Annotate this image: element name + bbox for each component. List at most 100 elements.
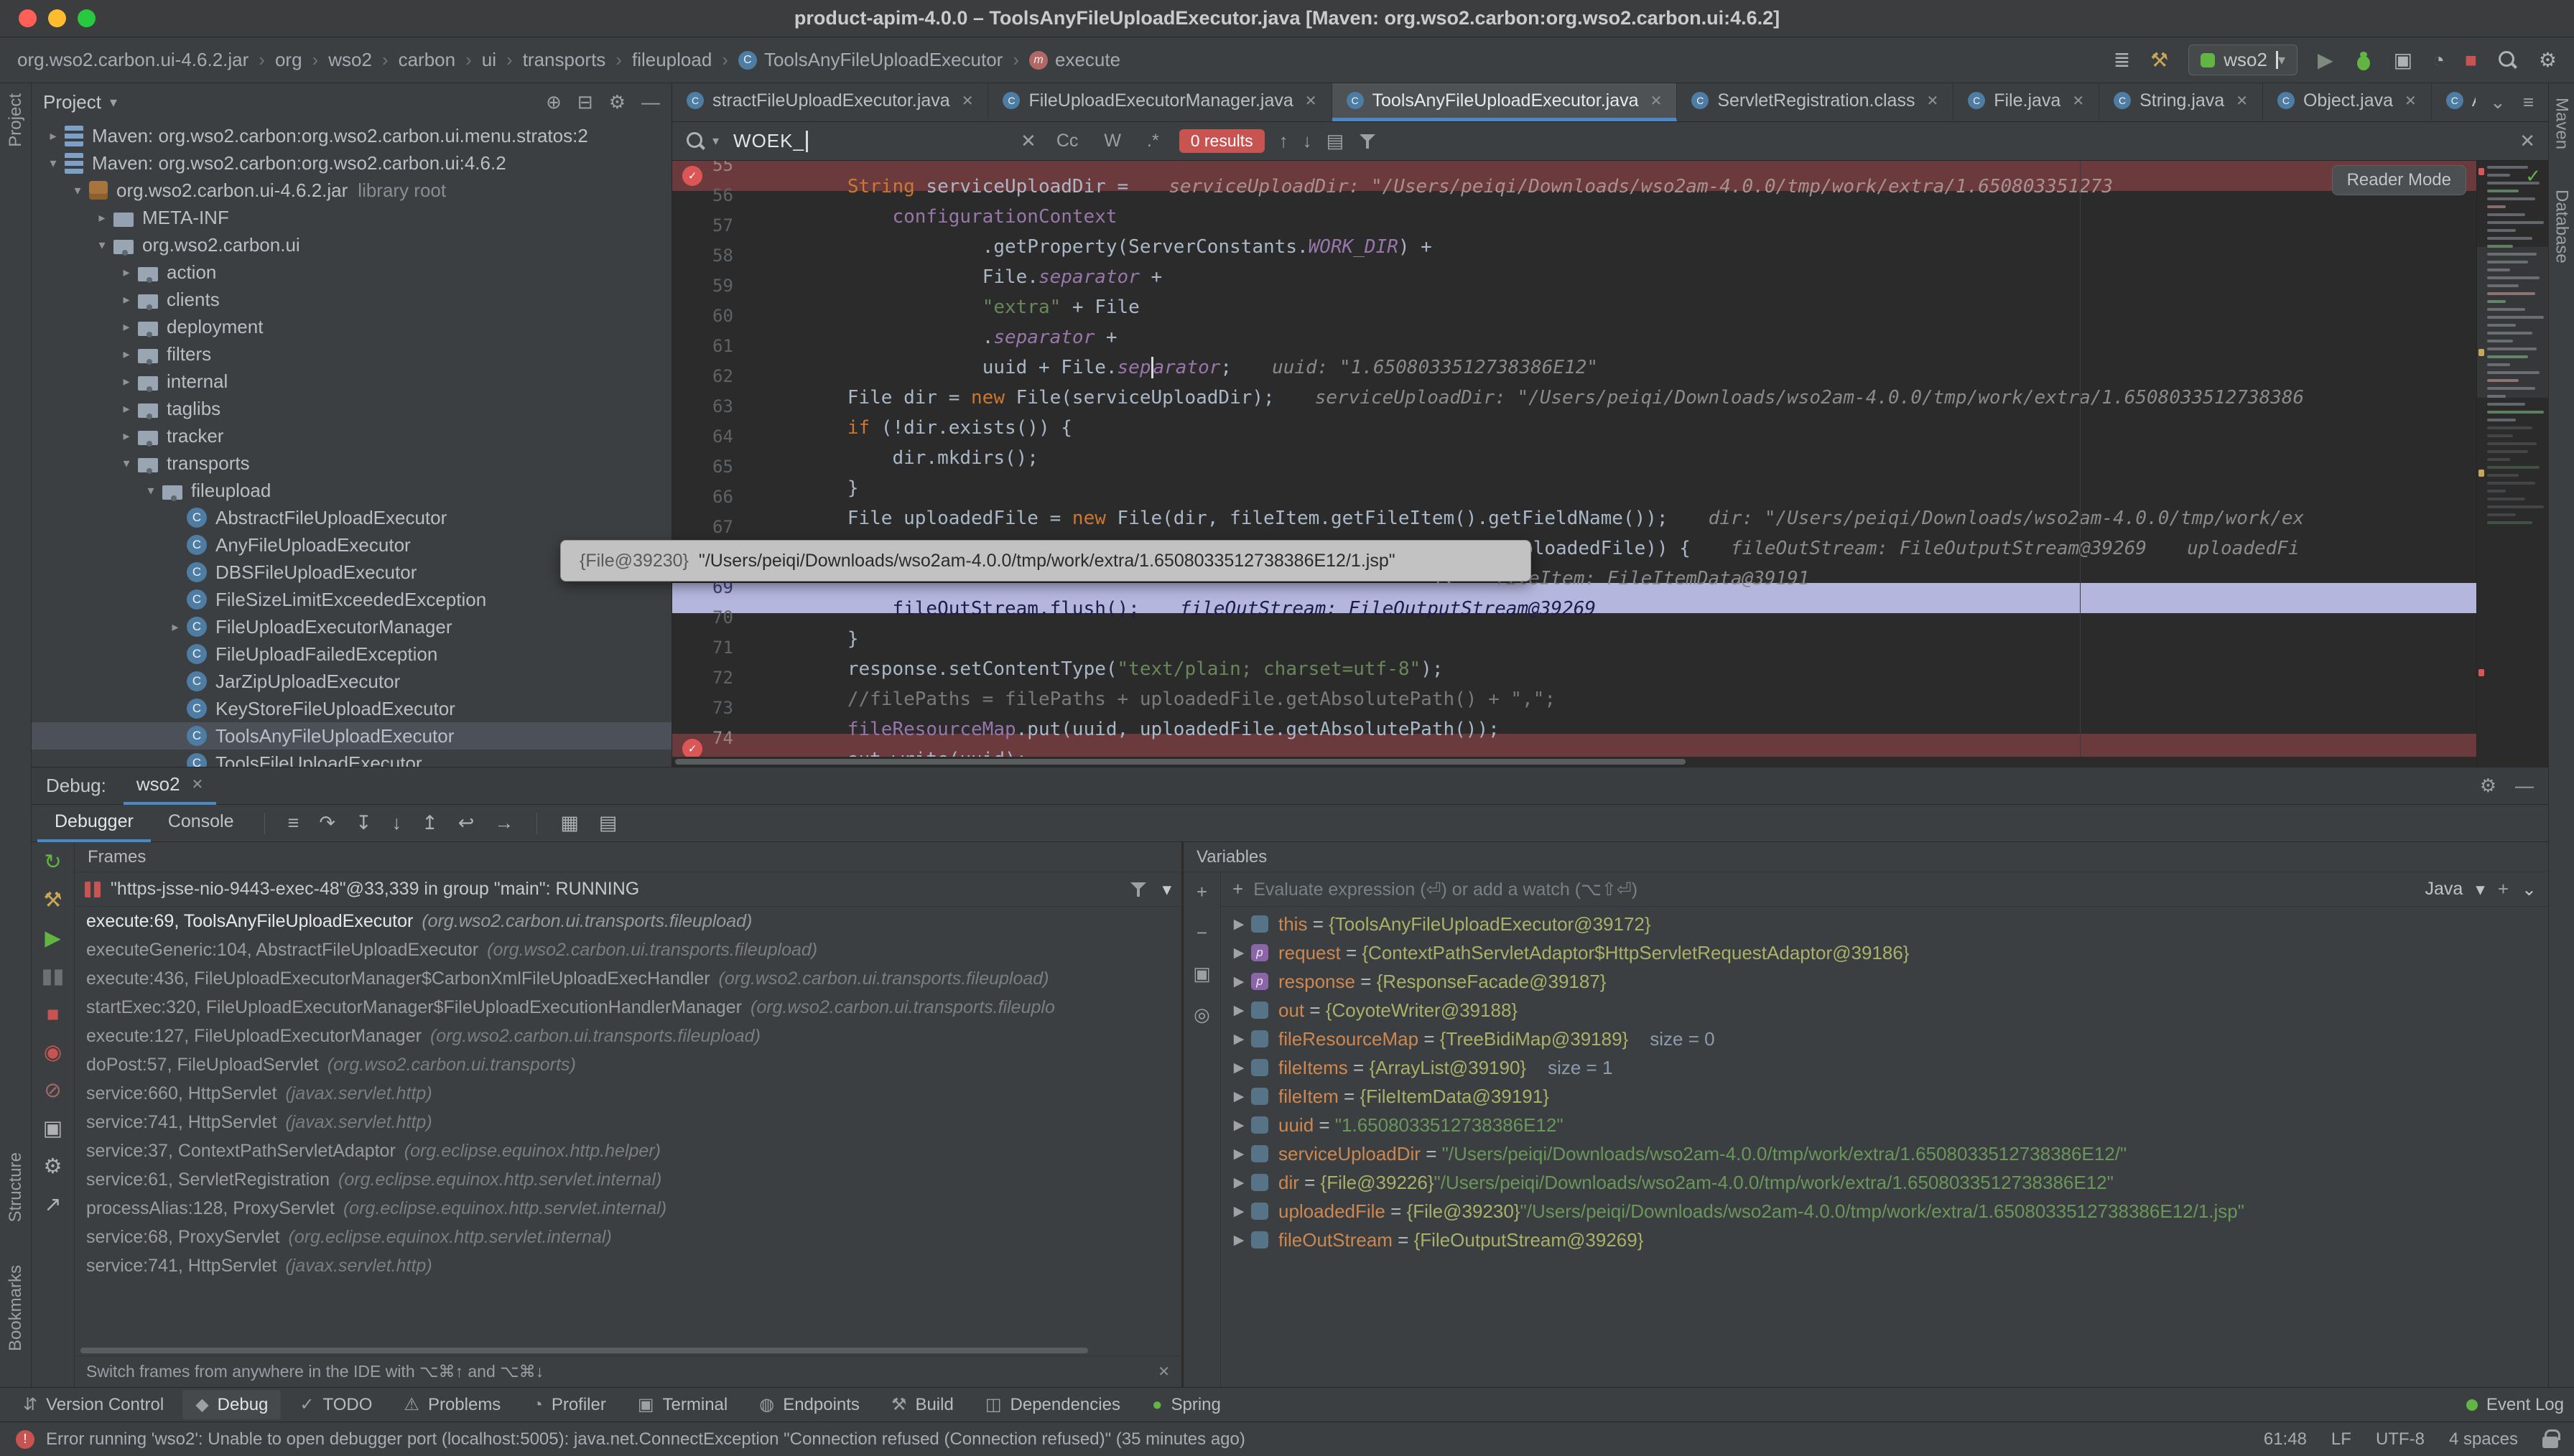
- chevron-right-icon[interactable]: ▶: [1227, 945, 1251, 961]
- show-execution-point-icon[interactable]: ≡: [288, 812, 299, 834]
- editor-menu-icon[interactable]: ≡: [2523, 91, 2534, 113]
- tree-row[interactable]: ▾fileupload: [32, 477, 672, 504]
- locate-file-icon[interactable]: ⊕: [546, 91, 562, 113]
- match-case-toggle[interactable]: Cc: [1051, 129, 1084, 153]
- chevron-down-icon[interactable]: ⌄: [2490, 91, 2506, 113]
- close-icon[interactable]: ✕: [1926, 92, 1938, 110]
- chevron-right-icon[interactable]: ▶: [1227, 974, 1251, 990]
- toolwindow-tab-database[interactable]: Database: [2552, 190, 2572, 263]
- stack-frame[interactable]: service:61, ServletRegistration(org.ecli…: [75, 1165, 1181, 1194]
- next-occurrence-icon[interactable]: ↓: [1303, 130, 1312, 152]
- search-icon[interactable]: [685, 131, 707, 152]
- variable-row[interactable]: ▶uuid = "1.6508033512738386E12": [1221, 1111, 2548, 1139]
- chevron-down-icon[interactable]: ▾: [42, 156, 65, 171]
- tab-console[interactable]: Console: [151, 805, 251, 842]
- chevron-right-icon[interactable]: ▸: [164, 620, 187, 635]
- hide-panel-icon[interactable]: ―: [2515, 775, 2534, 797]
- chevron-down-icon[interactable]: ▾: [110, 93, 117, 111]
- code-line[interactable]: 64 dir.mkdirs();: [672, 432, 2476, 462]
- search-history-icon[interactable]: ▾: [712, 134, 719, 149]
- breadcrumb-item[interactable]: transports: [523, 49, 606, 71]
- tree-row[interactable]: ▸META-INF: [32, 204, 672, 231]
- toolwindow-button-endpoints[interactable]: ◍Endpoints: [746, 1390, 873, 1419]
- run-configuration-select[interactable]: wso2 ▾: [2188, 45, 2297, 75]
- force-step-into-icon[interactable]: ↓: [392, 812, 402, 834]
- find-in-selection-icon[interactable]: ▤: [1327, 130, 1344, 152]
- event-log-button[interactable]: Event Log: [2486, 1395, 2564, 1415]
- chevron-down-icon[interactable]: ▾: [139, 483, 162, 498]
- variable-row[interactable]: ▶dir = {File@39226} "/Users/peiqi/Downlo…: [1221, 1168, 2548, 1197]
- tree-row[interactable]: CToolsAnyFileUploadExecutor: [32, 722, 672, 750]
- editor-tab[interactable]: CServletRegistration.class✕: [1677, 83, 1953, 121]
- tree-row[interactable]: CToolsFileUploadExecutor: [32, 750, 672, 767]
- code-line[interactable]: 69 fileOutStream.flush();fileOutStream: …: [672, 583, 2476, 613]
- chevron-right-icon[interactable]: ▶: [1227, 916, 1251, 933]
- code-editor[interactable]: ✓55 String serviceUploadDir =serviceUplo…: [672, 161, 2476, 767]
- tree-row[interactable]: ▸action: [32, 258, 672, 286]
- layout-settings-icon[interactable]: ▤: [599, 812, 618, 834]
- toolwindow-tab-bookmarks[interactable]: Bookmarks: [6, 1265, 26, 1351]
- add-watch-icon[interactable]: +: [2498, 878, 2509, 900]
- stack-frame[interactable]: service:37, ContextPathServletAdaptor(or…: [75, 1137, 1181, 1165]
- tree-row[interactable]: ▸filters: [32, 340, 672, 368]
- line-ending[interactable]: LF: [2331, 1429, 2351, 1450]
- stack-frame[interactable]: service:741, HttpServlet(javax.servlet.h…: [75, 1251, 1181, 1280]
- close-icon[interactable]: ✕: [2405, 92, 2417, 110]
- readonly-lock-icon[interactable]: [2542, 1437, 2558, 1448]
- caret-position[interactable]: 61:48: [2264, 1429, 2307, 1450]
- variable-row[interactable]: ▶out = {CoyoteWriter@39188}: [1221, 996, 2548, 1025]
- coverage-button[interactable]: ▣: [2394, 50, 2412, 70]
- breadcrumb-item[interactable]: wso2: [328, 49, 372, 71]
- settings-gear-icon[interactable]: ⚙: [609, 91, 626, 113]
- toolwindow-button-problems[interactable]: ⚠Problems: [391, 1390, 514, 1419]
- stop-icon[interactable]: ■: [47, 1004, 60, 1025]
- stack-frame[interactable]: service:68, ProxyServlet(org.eclipse.equ…: [75, 1223, 1181, 1251]
- stack-frame[interactable]: execute:69, ToolsAnyFileUploadExecutor(o…: [75, 907, 1181, 935]
- remove-watch-icon[interactable]: −: [1197, 922, 1207, 944]
- variable-row[interactable]: ▶presponse = {ResponseFacade@39187}: [1221, 967, 2548, 996]
- chevron-right-icon[interactable]: ▸: [115, 401, 138, 416]
- show-watches-icon[interactable]: ◎: [1194, 1004, 1210, 1026]
- close-icon[interactable]: ✕: [2072, 92, 2084, 110]
- hide-panel-icon[interactable]: ―: [641, 91, 660, 113]
- close-icon[interactable]: ✕: [192, 775, 204, 793]
- indent-setting[interactable]: 4 spaces: [2449, 1429, 2518, 1450]
- variable-row[interactable]: ▶prequest = {ContextPathServletAdaptor$H…: [1221, 938, 2548, 967]
- editor-tab[interactable]: CString.java✕: [2099, 83, 2263, 121]
- previous-occurrence-icon[interactable]: ↑: [1279, 130, 1288, 152]
- reader-mode-button[interactable]: Reader Mode: [2332, 165, 2466, 195]
- breadcrumb-item[interactable]: fileupload: [632, 49, 712, 71]
- toolwindow-tab-maven[interactable]: Maven: [2552, 98, 2572, 149]
- breadcrumb-item[interactable]: carbon: [399, 49, 456, 71]
- chevron-right-icon[interactable]: ▶: [1227, 1002, 1251, 1019]
- chevron-right-icon[interactable]: ▸: [115, 265, 138, 280]
- chevron-right-icon[interactable]: ▶: [1227, 1060, 1251, 1076]
- tree-row[interactable]: ▸Maven: org.wso2.carbon:org.wso2.carbon.…: [32, 122, 672, 149]
- build-wrench-icon[interactable]: ⚒: [2150, 50, 2168, 70]
- settings-gear-icon[interactable]: ⚙: [44, 1157, 62, 1177]
- toolwindow-button-build[interactable]: ⚒Build: [878, 1390, 967, 1419]
- rerun-icon[interactable]: ↻: [44, 852, 61, 873]
- stack-frame[interactable]: processAlias:128, ProxyServlet(org.eclip…: [75, 1194, 1181, 1223]
- variable-row[interactable]: ▶this = {ToolsAnyFileUploadExecutor@3917…: [1221, 910, 2548, 938]
- tree-row[interactable]: ▸tracker: [32, 422, 672, 449]
- step-out-icon[interactable]: ↥: [422, 812, 438, 834]
- chevron-down-icon[interactable]: ▾: [90, 238, 113, 253]
- breadcrumb-item[interactable]: org: [275, 49, 302, 71]
- variable-row[interactable]: ▶serviceUploadDir = "/Users/peiqi/Downlo…: [1221, 1139, 2548, 1168]
- editor-tab[interactable]: CFile.java✕: [1953, 83, 2099, 121]
- close-window-button[interactable]: [19, 9, 37, 27]
- evaluate-language-label[interactable]: Java: [2425, 879, 2463, 900]
- evaluate-expression-input[interactable]: + Evaluate expression (⏎) or add a watch…: [1221, 872, 2548, 907]
- chevron-right-icon[interactable]: ▸: [115, 374, 138, 389]
- chevron-right-icon[interactable]: ▸: [42, 129, 65, 144]
- toolwindow-button-spring[interactable]: ●Spring: [1139, 1391, 1234, 1419]
- variable-row[interactable]: ▶fileResourceMap = {TreeBidiMap@39189}si…: [1221, 1025, 2548, 1053]
- resume-icon[interactable]: ▶: [45, 928, 60, 949]
- stack-frame[interactable]: execute:127, FileUploadExecutorManager(o…: [75, 1022, 1181, 1050]
- tree-row[interactable]: ▾transports: [32, 449, 672, 477]
- chevron-down-icon[interactable]: ▾: [115, 456, 138, 471]
- stop-button[interactable]: ■: [2465, 50, 2477, 70]
- project-panel-title[interactable]: Project: [43, 91, 101, 113]
- variable-row[interactable]: ▶fileOutStream = {FileOutputStream@39269…: [1221, 1226, 2548, 1254]
